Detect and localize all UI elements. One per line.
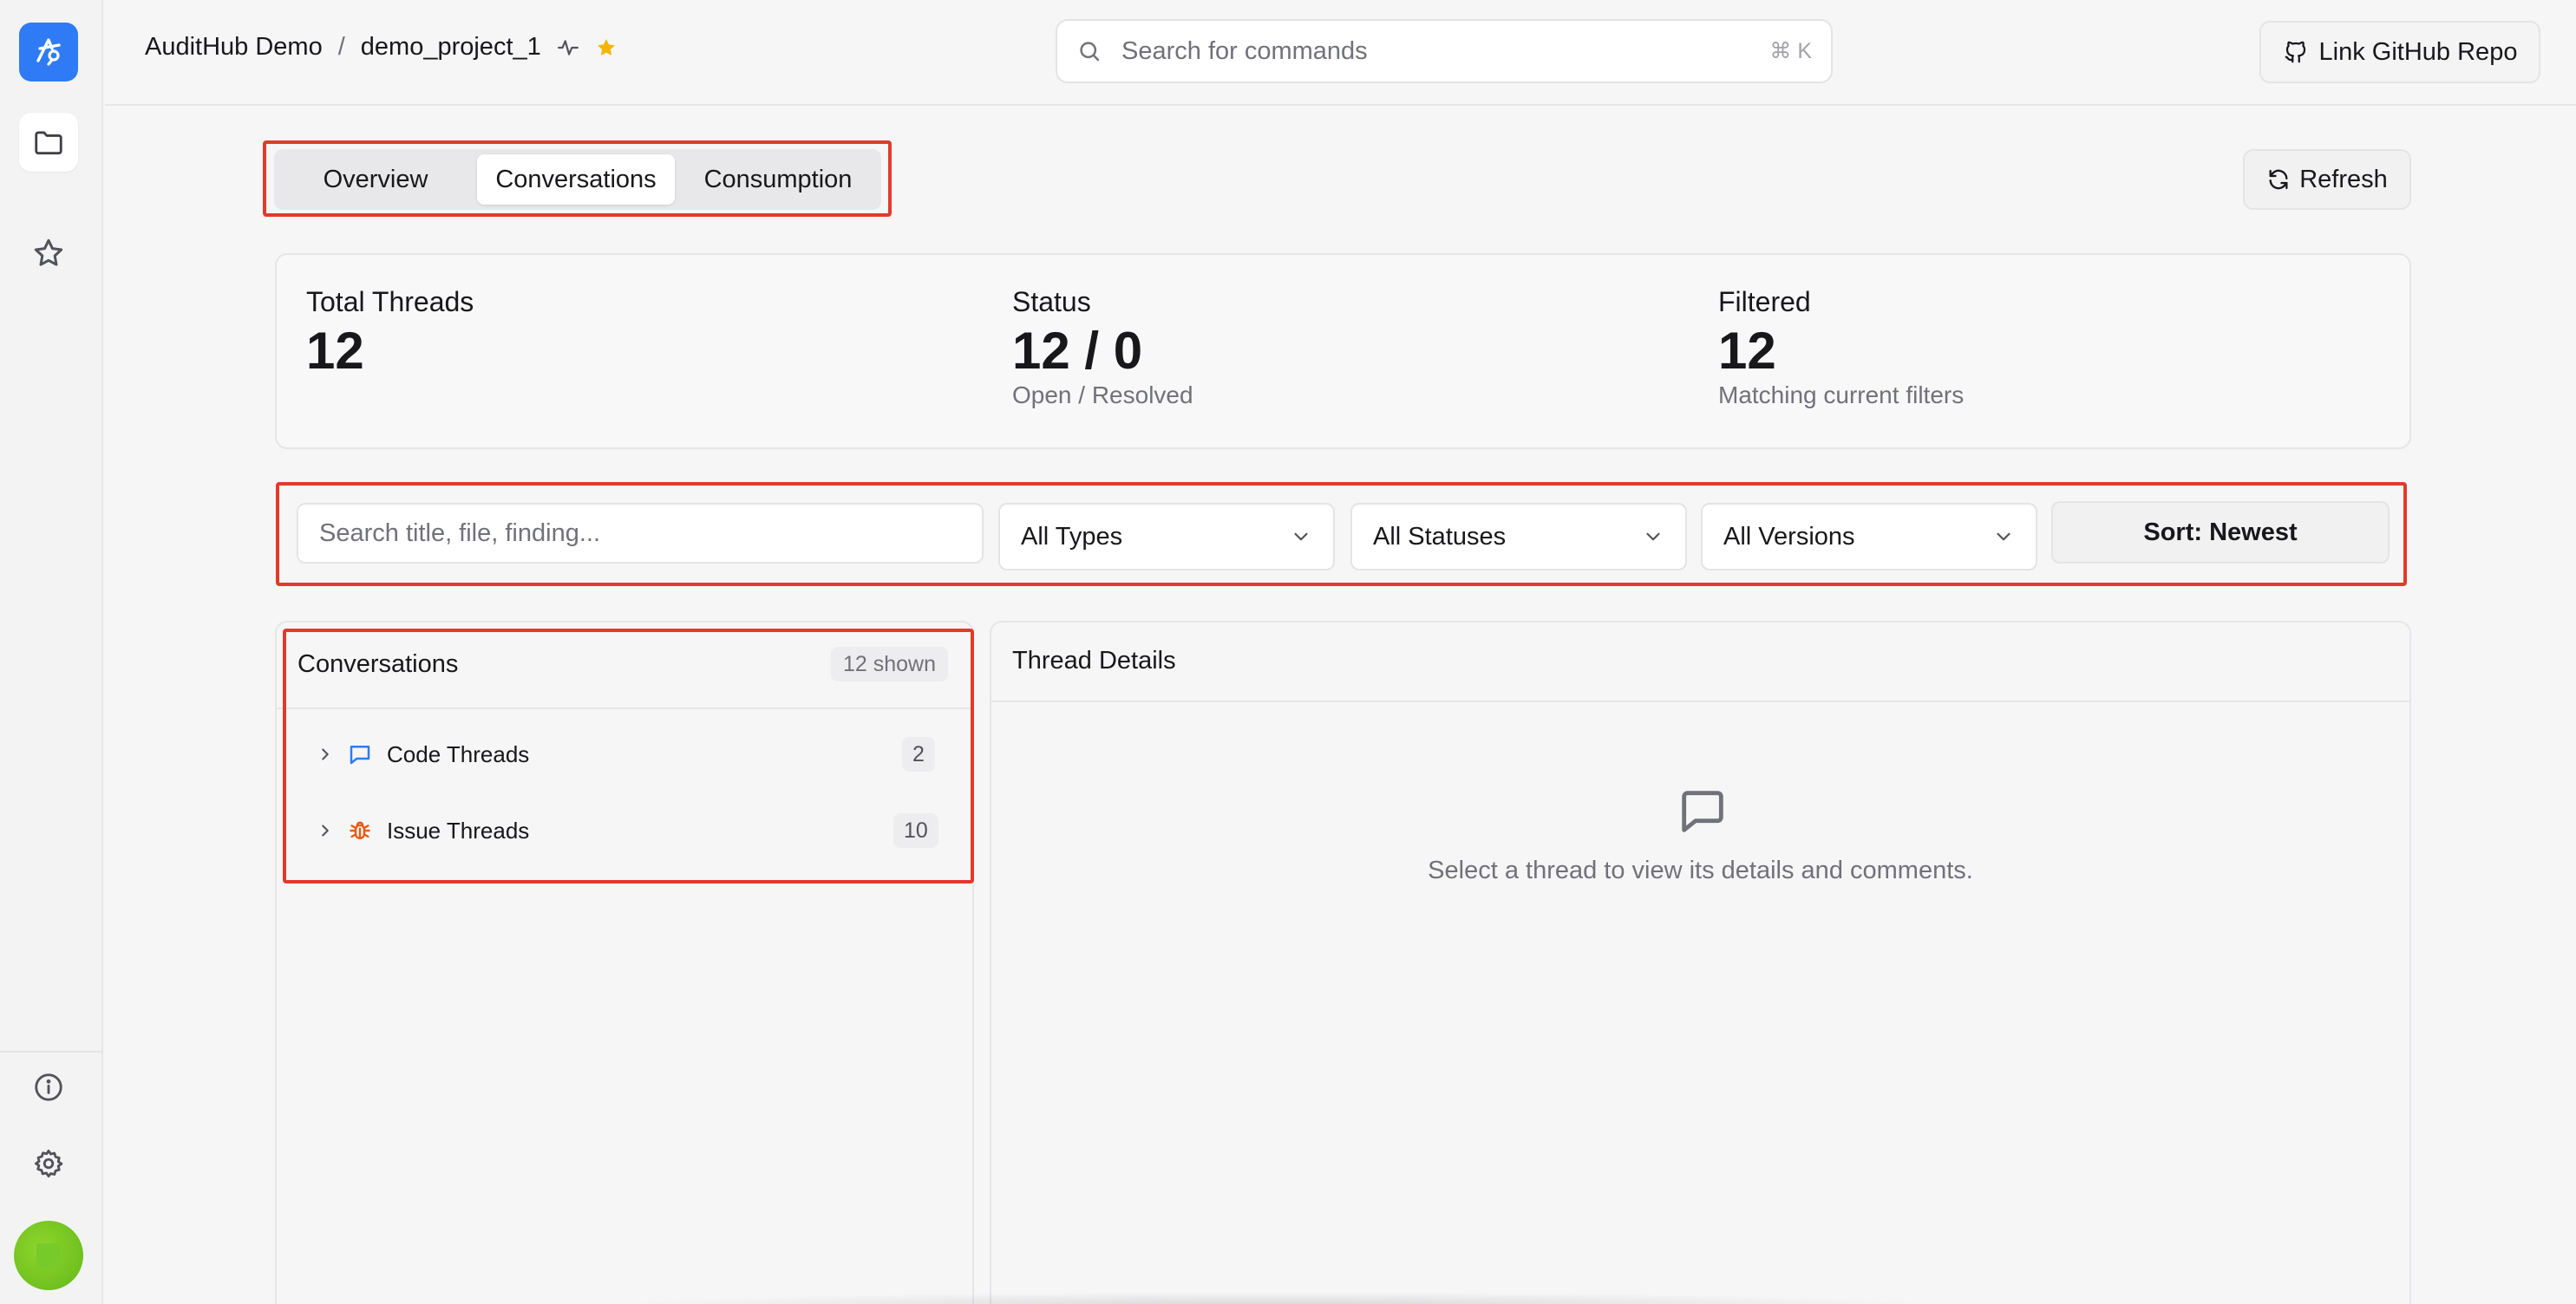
tree-group-count: 10 bbox=[893, 813, 938, 848]
chevron-right-icon bbox=[322, 825, 329, 837]
favorite-toggle[interactable] bbox=[595, 36, 618, 59]
view-tabs: Overview Conversations Consumption bbox=[274, 149, 881, 210]
avatar-image bbox=[36, 1243, 61, 1268]
type-filter-value: All Types bbox=[1021, 522, 1123, 551]
stat-value: 12 bbox=[1718, 322, 1776, 380]
settings-button[interactable] bbox=[19, 1134, 78, 1193]
tree-group-label: Code Threads bbox=[387, 740, 530, 767]
command-search-input[interactable] bbox=[1121, 36, 1770, 66]
favorites-nav-button[interactable] bbox=[19, 224, 78, 283]
type-filter-select[interactable]: All Types bbox=[998, 503, 1335, 570]
stat-value: 12 / 0 bbox=[1012, 322, 1143, 380]
empty-state-message: Select a thread to view its details and … bbox=[1428, 857, 1973, 884]
stat-value: 12 bbox=[306, 322, 364, 380]
projects-nav-button[interactable] bbox=[19, 113, 78, 172]
star-filled-icon bbox=[597, 38, 615, 55]
thread-details-panel: Thread Details Select a thread to view i… bbox=[990, 621, 2411, 1304]
info-icon bbox=[35, 1073, 62, 1101]
link-github-button[interactable]: Link GitHub Repo bbox=[2259, 21, 2540, 83]
chevron-down-icon bbox=[1646, 532, 1660, 541]
breadcrumb-separator: / bbox=[337, 33, 345, 61]
shortcut-hint: ⌘ K bbox=[1769, 39, 1812, 63]
refresh-label: Refresh bbox=[2299, 165, 2388, 193]
tab-conversations[interactable]: Conversations bbox=[477, 154, 675, 205]
stat-status: Status 12 / 0 Open / Resolved bbox=[1012, 286, 1193, 409]
top-bar: AuditHub Demo / demo_project_1 ⌘ K Link … bbox=[105, 0, 2576, 106]
breadcrumb: AuditHub Demo / demo_project_1 bbox=[145, 33, 618, 62]
breadcrumb-project[interactable]: demo_project_1 bbox=[361, 33, 541, 62]
refresh-button[interactable]: Refresh bbox=[2243, 149, 2411, 210]
thread-details-header: Thread Details bbox=[991, 623, 2409, 702]
app-logo[interactable] bbox=[19, 23, 78, 82]
status-filter-select[interactable]: All Statuses bbox=[1350, 503, 1687, 570]
status-filter-value: All Statuses bbox=[1373, 522, 1507, 551]
tab-overview[interactable]: Overview bbox=[279, 154, 472, 205]
message-icon bbox=[350, 746, 370, 765]
command-search[interactable]: ⌘ K bbox=[1056, 19, 1833, 83]
activity-icon bbox=[557, 39, 579, 55]
stats-card: Total Threads 12 Status 12 / 0 Open / Re… bbox=[275, 253, 2411, 449]
rail-divider bbox=[0, 1051, 103, 1053]
stat-label: Total Threads bbox=[306, 286, 474, 317]
github-icon bbox=[2285, 41, 2305, 63]
version-filter-value: All Versions bbox=[1723, 522, 1855, 551]
tree-group-label: Issue Threads bbox=[387, 817, 530, 844]
breadcrumb-org[interactable]: AuditHub Demo bbox=[145, 33, 323, 62]
tab-consumption[interactable]: Consumption bbox=[680, 154, 876, 205]
stat-total-threads: Total Threads 12 bbox=[306, 286, 474, 378]
info-button[interactable] bbox=[19, 1058, 78, 1117]
tree-group-count: 2 bbox=[902, 737, 935, 772]
bottom-shadow bbox=[607, 1292, 1943, 1304]
chevron-down-icon bbox=[1294, 532, 1308, 541]
star-outline-icon bbox=[34, 238, 63, 266]
gear-icon bbox=[35, 1150, 63, 1177]
stat-label: Filtered bbox=[1718, 286, 1811, 317]
user-avatar[interactable] bbox=[14, 1221, 83, 1290]
bug-icon bbox=[350, 821, 370, 839]
chevron-right-icon bbox=[322, 748, 329, 760]
activity-button[interactable] bbox=[557, 36, 579, 59]
thread-search-input[interactable] bbox=[297, 503, 984, 564]
logo-icon bbox=[36, 38, 61, 66]
stat-subtext: Matching current filters bbox=[1718, 381, 1965, 408]
chevron-down-icon bbox=[1997, 532, 2010, 541]
version-filter-select[interactable]: All Versions bbox=[1701, 503, 2037, 570]
thread-details-title: Thread Details bbox=[1012, 647, 1176, 675]
left-rail bbox=[0, 0, 103, 1304]
stat-label: Status bbox=[1012, 286, 1091, 317]
refresh-icon bbox=[2269, 169, 2288, 190]
folder-icon bbox=[35, 131, 62, 155]
stat-subtext: Open / Resolved bbox=[1012, 381, 1193, 408]
stat-filtered: Filtered 12 Matching current filters bbox=[1718, 286, 1964, 409]
link-github-label: Link GitHub Repo bbox=[2318, 37, 2518, 66]
sort-button[interactable]: Sort: Newest bbox=[2051, 501, 2390, 564]
search-icon bbox=[1080, 42, 1100, 62]
message-square-icon bbox=[1682, 791, 1723, 832]
